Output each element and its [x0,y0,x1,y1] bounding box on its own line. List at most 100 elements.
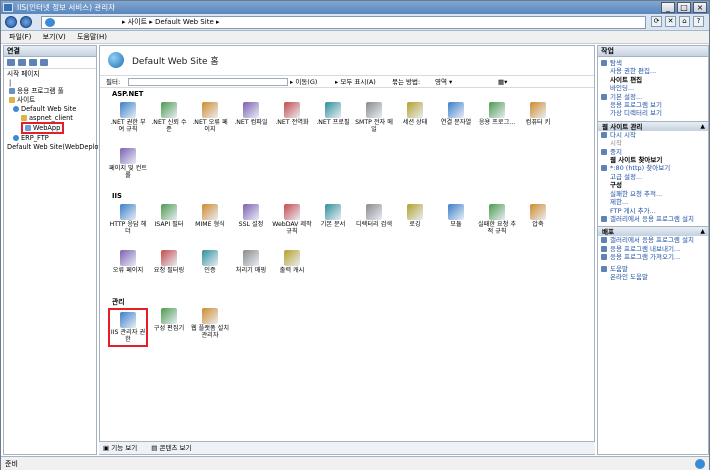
stop-icon[interactable]: ✕ [665,16,676,27]
back-icon[interactable] [5,16,17,28]
feature-iis-15[interactable]: 출력 캐시 [272,250,312,274]
feature-aspnet-5[interactable]: .NET 프로필 [313,102,353,126]
feature-iis-10[interactable]: 압축 [518,204,558,228]
feature-aspnet-6[interactable]: SMTP 전자 메일 [354,102,394,133]
site-manage-header[interactable]: 웹 사이트 관리 ▲ [598,120,708,131]
action-stop[interactable]: 중지 [598,148,708,156]
action-import-app[interactable]: 응용 프로그램 가져오기... [598,253,708,261]
maximize-button[interactable]: □ [677,2,691,13]
feature-aspnet-11[interactable]: 페이지 및 컨트롤 [108,148,148,179]
view-switcher: ▣ 기능 보기 ▤ 콘텐츠 보기 [99,441,595,454]
feature-icon [120,250,136,266]
feature-aspnet-4[interactable]: .NET 전역화 [272,102,312,126]
tree-start-page[interactable]: 시작 페이지 [7,70,96,79]
feature-iis-13[interactable]: 인증 [190,250,230,274]
site-globe-icon [13,105,19,112]
feature-iis-5[interactable]: 기본 문서 [313,204,353,228]
connect-icon[interactable] [7,59,15,66]
content-view-tab[interactable]: ▤ 콘텐츠 보기 [151,444,197,452]
action-online-help[interactable]: 온라인 도움말 [598,273,708,281]
feature-iis-2[interactable]: MIME 형식 [190,204,230,228]
features-list: ASP.NET IIS 관리 .NET 권한 부여 규칙 .NET 신뢰 수준 .N… [100,88,594,444]
feature-iis-12[interactable]: 요청 필터링 [149,250,189,274]
action-view-vdirs[interactable]: 가상 디렉터리 보기 [598,109,708,117]
tree-aspnet-client[interactable]: aspnet_client [7,114,96,123]
tree-webapp[interactable]: WebApp [7,122,96,135]
menu-file[interactable]: 파일(F) [9,33,31,41]
feature-aspnet-1[interactable]: .NET 신뢰 수준 [149,102,189,133]
feature-icon [284,204,300,220]
help-icon[interactable]: ? [693,16,704,27]
home-icon[interactable]: ⌂ [679,16,690,27]
deploy-header[interactable]: 배포 ▲ [598,226,708,237]
view-mode-icon[interactable]: ▦▾ [498,76,507,88]
tree-default-web-site[interactable]: Default Web Site [7,105,96,114]
address-path[interactable]: ▸ 사이트 ▸ Default Web Site ▸ [41,16,646,29]
feature-icon [325,204,341,220]
tree-app-pools[interactable]: 응용 프로그램 풀 [7,87,96,96]
action-start[interactable]: 시작 [598,139,708,147]
action-failed-request[interactable]: 실패한 요청 추적... [598,190,708,198]
feature-iis-14[interactable]: 처리기 매핑 [231,250,271,274]
feature-mgmt-0[interactable]: IIS 관리자 권한 [108,308,148,347]
minimize-button[interactable]: _ [661,2,675,13]
feature-iis-1[interactable]: ISAPI 필터 [149,204,189,228]
feature-iis-7[interactable]: 로깅 [395,204,435,228]
action-limits[interactable]: 제한... [598,198,708,206]
site-edit-label: 사이트 편집 [610,75,643,84]
action-install-gallery[interactable]: 갤러리에서 응용 프로그램 설치 [598,215,708,223]
feature-aspnet-10[interactable]: 컴퓨터 키 [518,102,558,126]
action-deploy-gallery[interactable]: 갤러리에서 응용 프로그램 설치 [598,236,708,244]
connections-pane: 연결 시작 페이지 | 응용 프로그램 풀 사이트 Default Web Si… [3,45,105,455]
feature-label: 페이지 및 컨트롤 [108,165,148,179]
feature-icon [284,250,300,266]
feature-aspnet-3[interactable]: .NET 컴파일 [231,102,271,126]
feature-iis-11[interactable]: 오류 페이지 [108,250,148,274]
action-basic-settings[interactable]: 기본 설정... [598,93,708,101]
forward-icon[interactable] [20,16,32,28]
save-icon[interactable] [18,59,26,66]
feature-label: 압축 [532,221,544,228]
feature-label: 모듈 [450,221,462,228]
tree-erp-ftp[interactable]: ERP_FTP [7,134,96,143]
feature-aspnet-2[interactable]: .NET 오류 페이지 [190,102,230,133]
tree-webdeploy[interactable]: Default Web Site(WebDeploy) [7,143,105,152]
menu-view[interactable]: 보기(V) [43,33,66,41]
action-view-apps[interactable]: 응용 프로그램 보기 [598,101,708,109]
disconnect-icon[interactable] [40,59,48,66]
action-advanced-settings[interactable]: 고급 설정... [598,173,708,181]
feature-mgmt-1[interactable]: 구성 편집기 [149,308,189,332]
tree-sites[interactable]: 사이트 [7,96,96,105]
features-view-tab[interactable]: ▣ 기능 보기 [103,444,143,452]
feature-mgmt-2[interactable]: 웹 플랫폼 설치 관리자 [190,308,230,339]
feature-iis-9[interactable]: 실패한 요청 추적 규칙 [477,204,517,235]
close-button[interactable]: × [693,2,707,13]
groupby-select[interactable]: 영역 ▾ [435,76,452,88]
feature-icon [407,204,423,220]
feature-iis-0[interactable]: HTTP 응답 헤더 [108,204,148,235]
action-help[interactable]: 도움말 [598,265,708,273]
action-bindings[interactable]: 바인딩... [598,84,708,92]
feature-iis-4[interactable]: WebDAV 제작 규칙 [272,204,312,235]
feature-aspnet-7[interactable]: 세션 상태 [395,102,435,126]
action-restart[interactable]: 다시 시작 [598,131,708,139]
action-export-app[interactable]: 응용 프로그램 내보내기... [598,245,708,253]
feature-iis-3[interactable]: SSL 설정 [231,204,271,228]
feature-icon [284,102,300,118]
action-explore[interactable]: 탐색 [598,59,708,67]
show-all-button[interactable]: ▸ 모두 표시(A) [335,76,376,88]
menu-help[interactable]: 도움말(H) [77,33,107,41]
feature-iis-6[interactable]: 디렉터리 검색 [354,204,394,228]
action-browse-80[interactable]: *:80 (http) 찾아보기 [598,164,708,172]
feature-aspnet-0[interactable]: .NET 권한 부여 규칙 [108,102,148,133]
feature-iis-8[interactable]: 모듈 [436,204,476,228]
filter-input[interactable] [128,78,288,86]
feature-aspnet-9[interactable]: 응용 프로그... [477,102,517,126]
go-button[interactable]: ▸ 이동(G) [290,76,317,88]
action-edit-permissions[interactable]: 사용 권한 편집... [598,67,708,75]
feature-label: SSL 설정 [238,221,264,228]
action-add-ftp[interactable]: FTP 게시 추가... [598,207,708,215]
feature-aspnet-8[interactable]: 연결 문자열 [436,102,476,126]
refresh-icon[interactable]: ⟳ [651,16,662,27]
up-icon[interactable] [29,59,37,66]
